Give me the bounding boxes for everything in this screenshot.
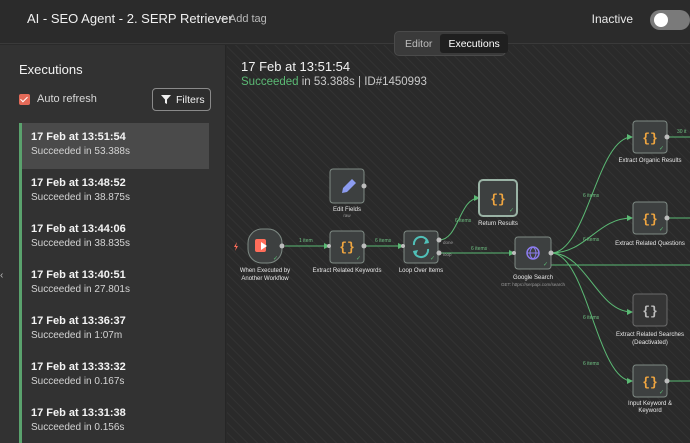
execution-date: 17 Feb at 13:40:51: [31, 269, 126, 281]
check-icon: ✓: [273, 256, 278, 262]
node-sublabel: raw: [343, 213, 351, 218]
edge-label-e9: 30 it: [677, 129, 687, 135]
list-item[interactable]: 17 Feb at 13:33:32 Succeeded in 0.167s: [19, 353, 209, 399]
list-item[interactable]: 17 Feb at 13:51:54 Succeeded in 53.388s: [19, 123, 209, 169]
list-item[interactable]: 17 Feb at 13:48:52 Succeeded in 38.875s: [19, 169, 209, 215]
sidebar-title: Executions: [19, 62, 83, 77]
execution-duration: in 53.388s | ID#1450993: [298, 76, 427, 88]
execution-status: Succeeded in 0.167s: [31, 376, 125, 387]
node-extract-questions[interactable]: {} ✓ Extract Related Questions: [615, 201, 685, 247]
list-item[interactable]: 17 Feb at 13:40:51 Succeeded in 27.801s: [19, 261, 209, 307]
loop-done-label: done: [443, 240, 454, 245]
node-google-search[interactable]: ✓ Google Search GET: https://serpapi.com…: [501, 236, 566, 287]
check-icon: ✓: [356, 256, 361, 262]
filters-label: Filters: [176, 93, 205, 106]
node-label: Extract Organic Results: [618, 158, 681, 164]
node-label: Return Results: [478, 221, 518, 227]
top-bar: AI - SEO Agent - 2. SERP Retriever + Add…: [0, 0, 690, 44]
tab-editor[interactable]: Editor: [397, 34, 440, 53]
node-label: Loop Over Items: [399, 268, 443, 274]
node-extract-keywords[interactable]: {} ✓ Extract Related Keywords: [312, 230, 382, 274]
lightning-icon: [234, 242, 238, 251]
execution-title: 17 Feb at 13:51:54: [241, 59, 351, 74]
code-icon: {}: [642, 131, 658, 146]
edge-label-e5: 6 items: [583, 193, 600, 199]
code-icon: {}: [642, 212, 658, 227]
execution-status: Succeeded in 27.801s: [31, 284, 130, 295]
edge-label-e6: 6 items: [583, 237, 600, 243]
edge-label-e7: 6 items: [583, 315, 600, 321]
auto-refresh[interactable]: Auto refresh: [19, 93, 97, 105]
edge-label-e1: 1 item: [299, 238, 313, 244]
execution-status: Succeeded in 38.875s: [31, 192, 130, 203]
add-tag-button[interactable]: + Add tag: [220, 13, 267, 25]
edge-label-e2: 6 items: [375, 238, 392, 244]
toggle-knob: [654, 13, 668, 27]
loop-loop-label: loop: [443, 252, 452, 257]
check-icon: ✓: [509, 208, 514, 214]
node-sublabel: GET: https://serpapi.com/search: [501, 282, 566, 287]
execution-status: Succeeded in 38.835s: [31, 238, 130, 249]
collapse-sidebar-icon[interactable]: ‹: [0, 270, 3, 281]
node-edit-fields[interactable]: Edit Fields raw: [329, 168, 367, 218]
execution-date: 17 Feb at 13:44:06: [31, 223, 126, 235]
check-icon: ✓: [659, 146, 664, 152]
node-label: Extract Related Questions: [615, 241, 685, 247]
execution-list: 17 Feb at 13:51:54 Succeeded in 53.388s …: [19, 123, 209, 443]
node-label: Input Keyword & Keyword: [628, 401, 672, 414]
execution-summary: Succeeded in 53.388s | ID#1450993: [241, 76, 427, 88]
node-loop-over-items[interactable]: ✓ done loop Loop Over Items: [399, 230, 454, 274]
active-toggle[interactable]: [650, 10, 690, 30]
node-extract-searches[interactable]: {} Extract Related Searches (Deactivated…: [616, 293, 684, 346]
execution-date: 17 Feb at 13:36:37: [31, 315, 126, 327]
code-icon: {}: [339, 240, 355, 255]
code-icon: {}: [490, 192, 506, 207]
execution-status: Succeeded in 1:07m: [31, 330, 123, 341]
filter-icon: [161, 95, 171, 104]
node-input-keyword[interactable]: {} ✓ Input Keyword & Keyword: [628, 364, 672, 414]
execution-status: Succeeded in 53.388s: [31, 146, 130, 157]
node-extract-organic[interactable]: {} ✓ Extract Organic Results: [618, 120, 682, 164]
node-label: When Executed by Another Workflow: [240, 268, 290, 282]
node-return-results[interactable]: {} ✓ Return Results: [478, 179, 518, 227]
node-label: Google Search: [513, 275, 553, 281]
status-succeeded: Succeeded: [241, 76, 299, 88]
check-icon: ✓: [543, 262, 548, 268]
node-label: Extract Related Keywords: [312, 268, 381, 274]
workflow-canvas[interactable]: 1 item 6 items 6 items 6 items 6 items 6…: [227, 45, 690, 443]
executions-sidebar: Executions Auto refresh Filters 17 Feb a…: [0, 45, 226, 443]
view-tabs: Editor Executions: [394, 31, 508, 56]
edge-label-e8: 6 items: [583, 361, 600, 367]
list-item[interactable]: 17 Feb at 13:31:38 Succeeded in 0.156s: [19, 399, 209, 443]
node-sublabel: (Deactivated): [632, 340, 668, 346]
tab-executions[interactable]: Executions: [440, 34, 508, 53]
node-label: Extract Related Searches: [616, 332, 684, 338]
code-icon: {}: [642, 375, 658, 390]
execution-date: 17 Feb at 13:31:38: [31, 407, 126, 419]
execution-status: Succeeded in 0.156s: [31, 422, 125, 433]
status-label: Inactive: [591, 12, 633, 26]
list-item[interactable]: 17 Feb at 13:36:37 Succeeded in 1:07m: [19, 307, 209, 353]
auto-refresh-checkbox[interactable]: [19, 93, 30, 105]
edge-label-e3: 6 items: [455, 218, 472, 224]
execution-date: 17 Feb at 13:51:54: [31, 131, 126, 143]
edge-label-e4: 6 items: [471, 246, 488, 252]
check-icon: ✓: [659, 227, 664, 233]
auto-refresh-label: Auto refresh: [37, 93, 97, 105]
workflow-title[interactable]: AI - SEO Agent - 2. SERP Retriever: [27, 11, 233, 26]
code-icon: {}: [642, 304, 658, 319]
filters-button[interactable]: Filters: [152, 88, 211, 111]
execution-date: 17 Feb at 13:48:52: [31, 177, 126, 189]
node-trigger[interactable]: ✓ When Executed by Another Workflow: [234, 228, 290, 282]
list-item[interactable]: 17 Feb at 13:44:06 Succeeded in 38.835s: [19, 215, 209, 261]
execution-date: 17 Feb at 13:33:32: [31, 361, 126, 373]
workflow-graph: 1 item 6 items 6 items 6 items 6 items 6…: [234, 120, 690, 414]
check-icon: ✓: [659, 390, 664, 396]
check-icon: ✓: [430, 256, 435, 262]
